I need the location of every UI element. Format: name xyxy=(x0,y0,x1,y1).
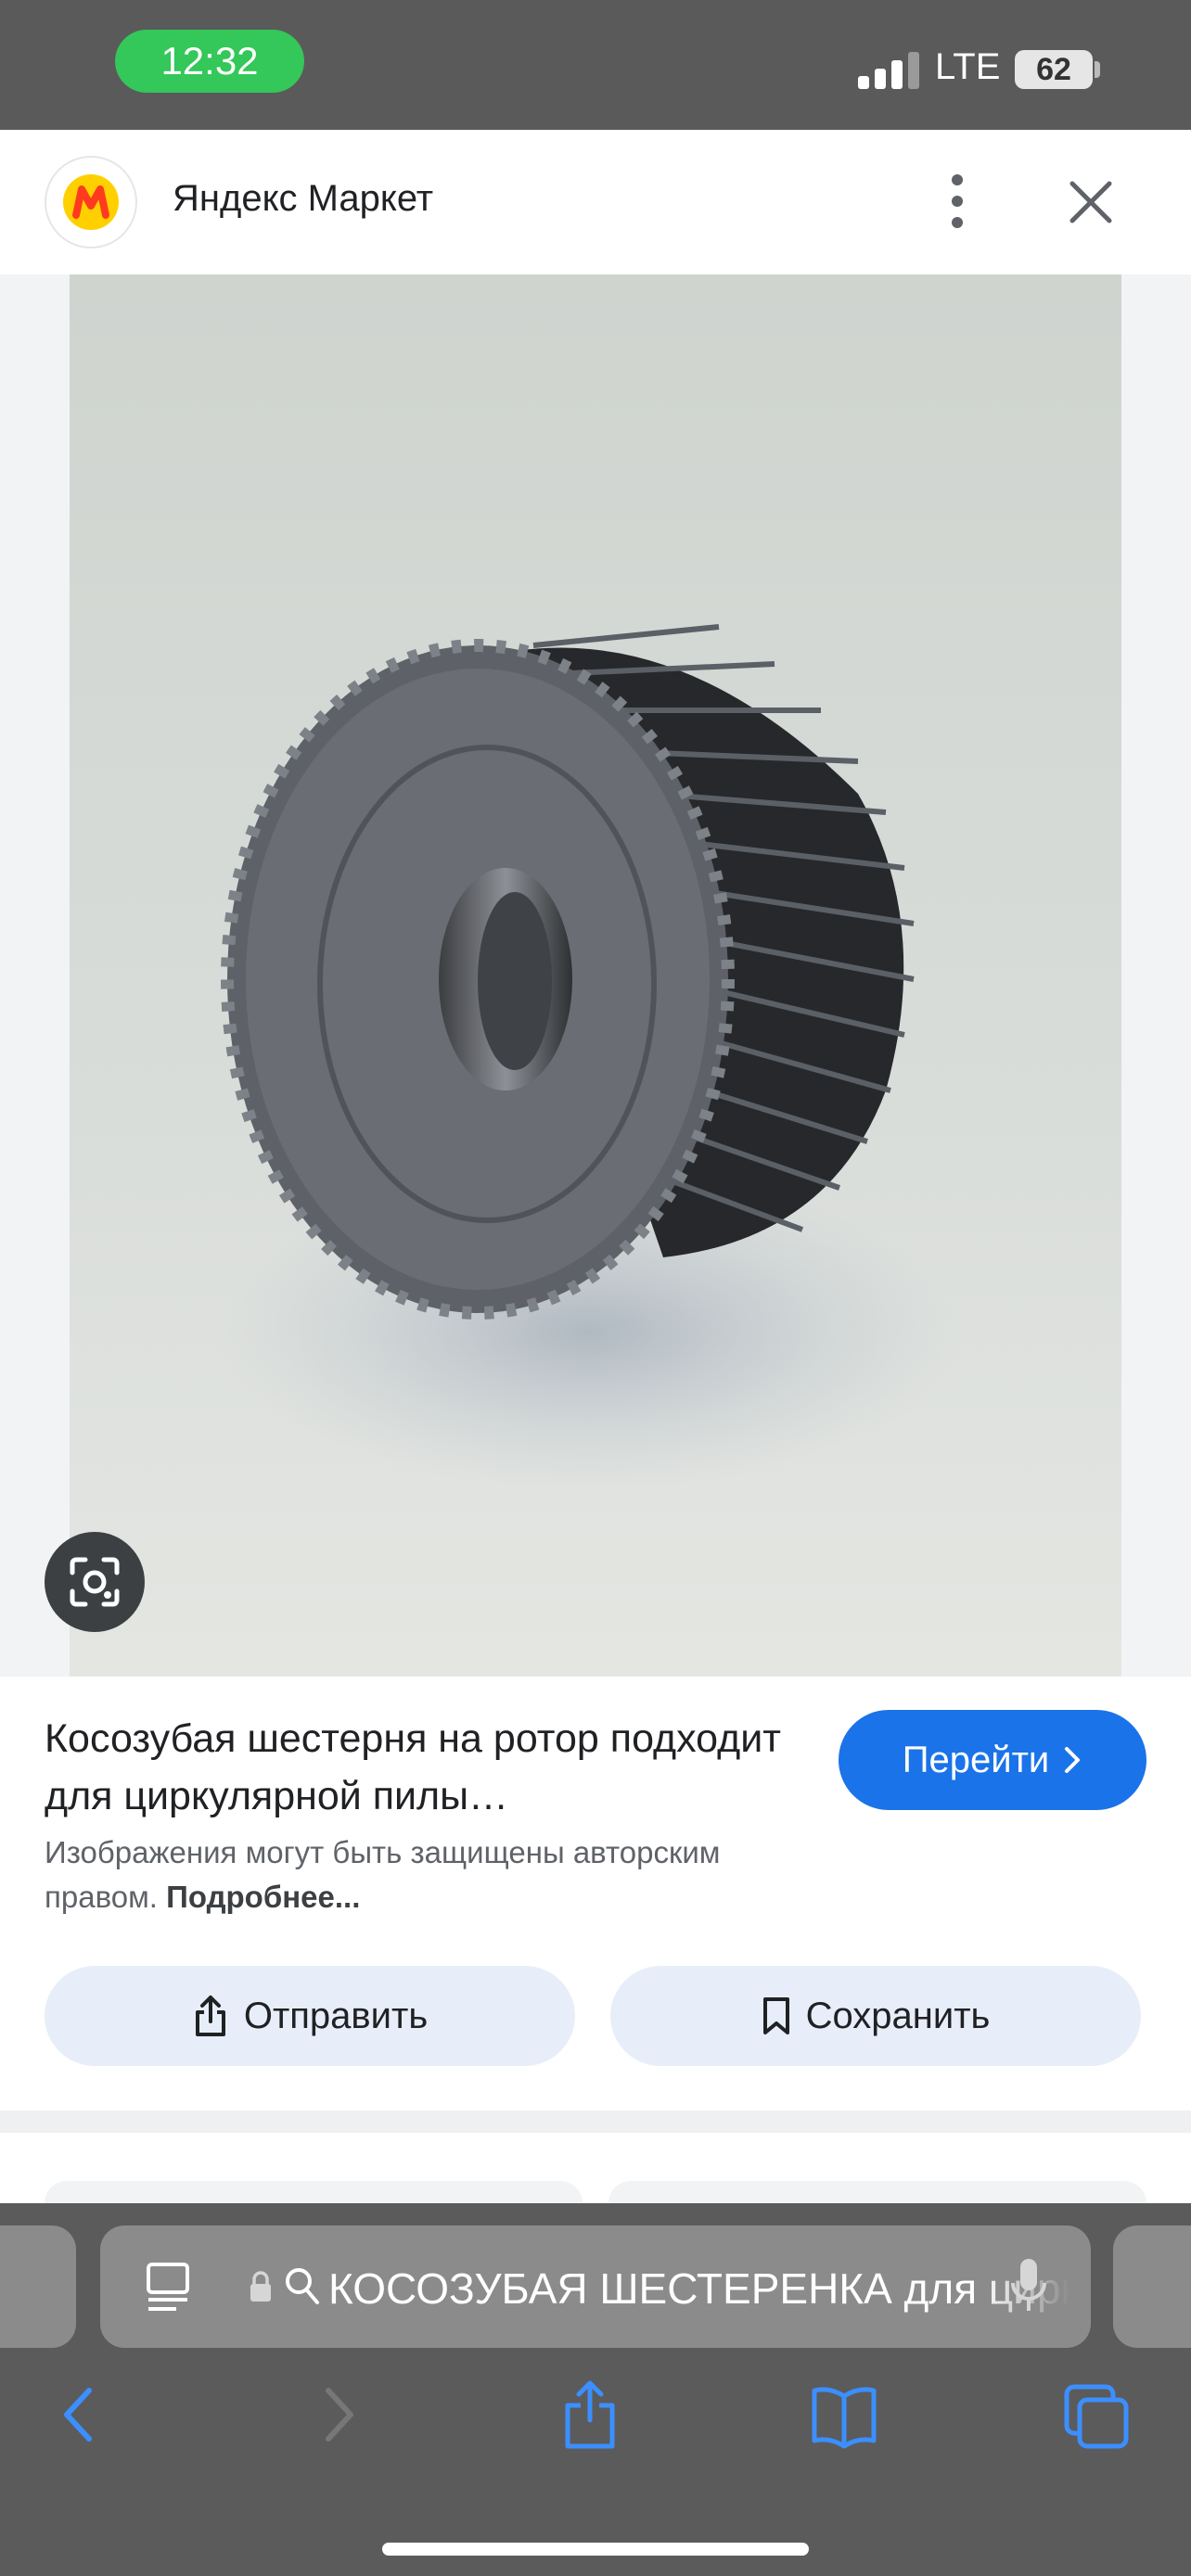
product-image[interactable] xyxy=(70,274,1121,1677)
search-icon xyxy=(286,2268,319,2304)
more-vert-icon[interactable] xyxy=(939,169,976,234)
next-tab-preview[interactable] xyxy=(1113,2225,1191,2348)
result-title[interactable]: Косозубая шестерня на ротор подходит для… xyxy=(45,1710,824,1825)
previous-tab-preview[interactable] xyxy=(0,2225,76,2348)
signal-icon xyxy=(858,52,919,89)
battery-level: 62 xyxy=(1036,51,1071,87)
forward-icon[interactable] xyxy=(315,2378,362,2452)
status-bar: 12:32 LTE 62 xyxy=(0,0,1191,130)
yandex-market-logo-icon[interactable] xyxy=(45,156,137,249)
bookmark-icon xyxy=(762,1997,789,2034)
battery-icon: 62 xyxy=(1015,50,1093,89)
lens-search-icon xyxy=(70,1557,120,1607)
result-info-card: Косозубая шестерня на ротор подходит для… xyxy=(0,1677,1191,2111)
share-button[interactable]: Отправить xyxy=(45,1966,575,2066)
microphone-icon[interactable] xyxy=(1005,2255,1052,2316)
share-icon xyxy=(195,1996,225,2036)
copyright-text: Изображения могут быть защищены авторски… xyxy=(45,1835,721,1914)
save-button[interactable]: Сохранить xyxy=(610,1966,1141,2066)
share-button-label: Отправить xyxy=(243,1995,429,2036)
share-page-icon[interactable] xyxy=(560,2378,620,2452)
helical-gear-image xyxy=(70,274,1121,1677)
go-button[interactable]: Перейти xyxy=(839,1710,1146,1810)
more-info-link[interactable]: Подробнее... xyxy=(166,1880,360,1914)
address-text[interactable]: КОСОЗУБАЯ ШЕСТЕРЕНКА для циркулярной пил… xyxy=(328,2261,1070,2316)
time-pill: 12:32 xyxy=(115,30,304,93)
status-time: 12:32 xyxy=(160,39,259,83)
copyright-notice: Изображения могут быть защищены авторски… xyxy=(45,1830,824,1919)
close-icon[interactable] xyxy=(1065,176,1117,228)
back-icon[interactable] xyxy=(56,2378,102,2452)
address-bar[interactable]: КОСОЗУБАЯ ШЕСТЕРЕНКА для циркулярной пил… xyxy=(100,2225,1091,2348)
page-menu-icon[interactable] xyxy=(145,2259,191,2315)
browser-nav-row xyxy=(0,2368,1191,2461)
chevron-right-icon xyxy=(1065,1747,1081,1773)
save-button-label: Сохранить xyxy=(805,1995,991,2036)
network-type: LTE xyxy=(935,46,1001,87)
tabs-icon[interactable] xyxy=(1063,2378,1130,2452)
go-button-label: Перейти xyxy=(902,1739,1050,1780)
section-divider xyxy=(0,2111,1191,2133)
next-results-row xyxy=(0,2133,1191,2218)
site-header: Яндекс Маркет xyxy=(0,130,1191,274)
battery-tip xyxy=(1095,61,1100,78)
browser-toolbar: КОСОЗУБАЯ ШЕСТЕРЕНКА для циркулярной пил… xyxy=(0,2203,1191,2576)
google-lens-button[interactable] xyxy=(45,1532,145,1632)
site-name[interactable]: Яндекс Маркет xyxy=(173,178,433,220)
bookmarks-icon[interactable] xyxy=(809,2378,879,2452)
lock-icon xyxy=(250,2271,271,2302)
home-indicator xyxy=(382,2543,809,2556)
